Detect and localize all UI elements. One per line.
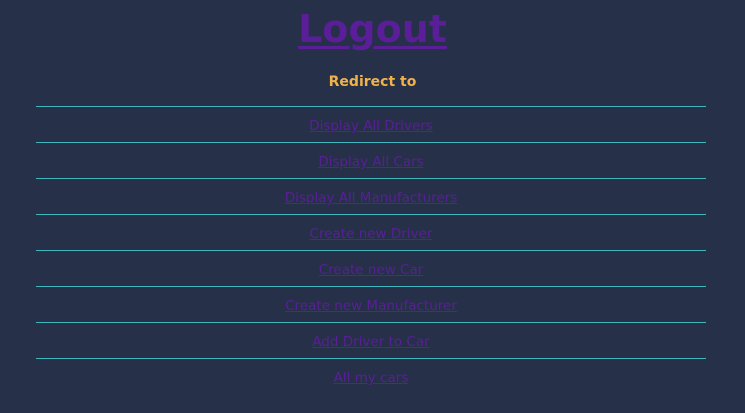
menu-item-add-driver-to-car: Add Driver to Car xyxy=(36,323,706,359)
create-new-car-link[interactable]: Create new Car xyxy=(319,262,424,278)
redirect-heading: Redirect to xyxy=(328,74,417,90)
display-all-drivers-link[interactable]: Display All Drivers xyxy=(309,118,433,134)
display-all-manufacturers-link[interactable]: Display All Manufacturers xyxy=(285,190,458,206)
menu-item-all-my-cars: All my cars xyxy=(36,359,706,394)
menu-item-display-cars: Display All Cars xyxy=(36,143,706,179)
menu-item-create-driver: Create new Driver xyxy=(36,215,706,251)
menu-item-display-manufacturers: Display All Manufacturers xyxy=(36,179,706,215)
create-new-driver-link[interactable]: Create new Driver xyxy=(310,226,433,242)
add-driver-to-car-link[interactable]: Add Driver to Car xyxy=(312,334,429,350)
menu-item-create-car: Create new Car xyxy=(36,251,706,287)
all-my-cars-link[interactable]: All my cars xyxy=(334,370,409,386)
logout-link[interactable]: Logout xyxy=(298,7,447,51)
create-new-manufacturer-link[interactable]: Create new Manufacturer xyxy=(285,298,457,314)
display-all-cars-link[interactable]: Display All Cars xyxy=(318,154,423,170)
menu-item-create-manufacturer: Create new Manufacturer xyxy=(36,287,706,323)
redirect-menu: Display All Drivers Display All Cars Dis… xyxy=(36,106,706,394)
logout-heading: Logout xyxy=(0,6,745,52)
menu-item-display-drivers: Display All Drivers xyxy=(36,107,706,143)
